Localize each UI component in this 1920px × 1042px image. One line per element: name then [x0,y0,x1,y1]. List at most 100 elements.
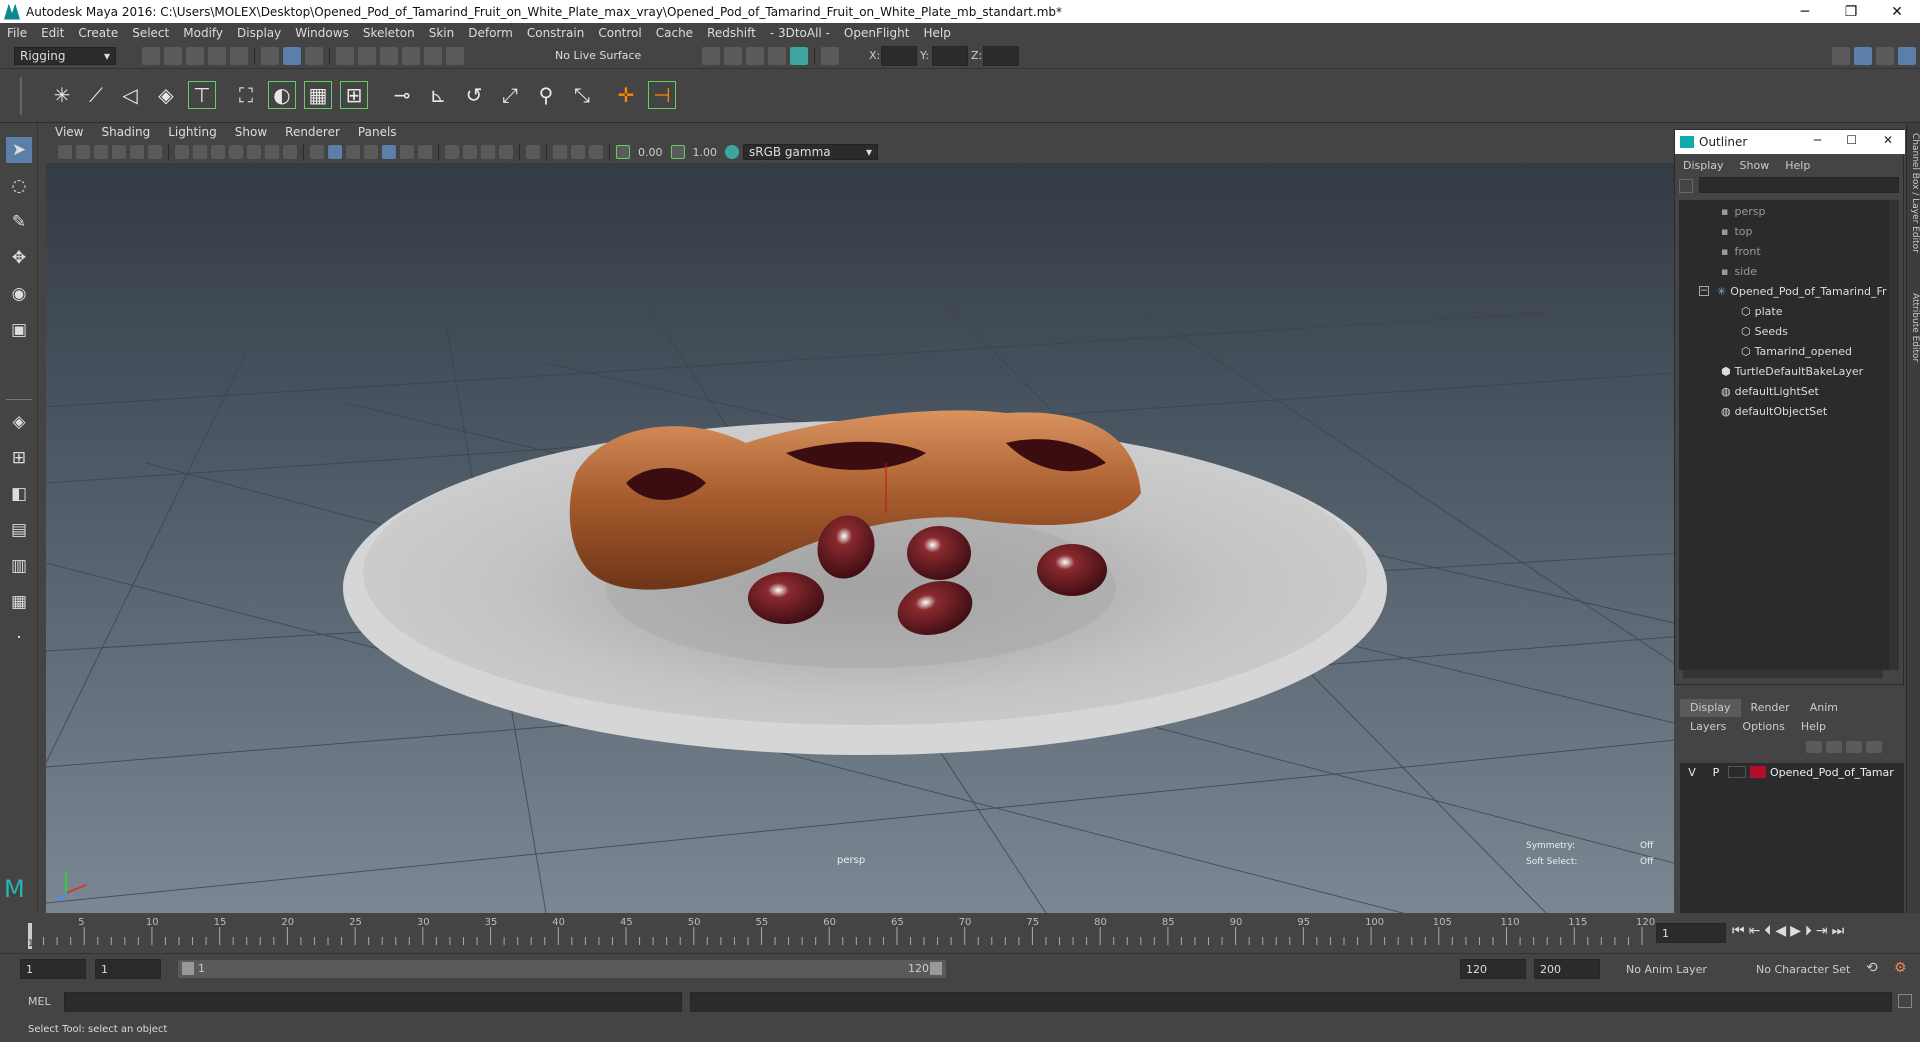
range-start-handle[interactable] [182,962,194,975]
menu-3dtoall[interactable]: - 3DtoAll - [763,26,837,40]
bookmark-icon[interactable] [94,145,108,159]
vp-menu-panels[interactable]: Panels [349,125,406,139]
menu-openflight[interactable]: OpenFlight [837,26,917,40]
current-frame-field[interactable]: 1 [1656,923,1726,943]
point-constraint-icon[interactable]: ⊸ [388,81,416,109]
snap-surface-icon[interactable] [424,47,442,65]
menu-redshift[interactable]: Redshift [700,26,763,40]
textured-icon[interactable] [364,145,378,159]
anim-layer-dropdown[interactable]: No Anim Layer [1626,963,1707,976]
xray-active-icon[interactable] [571,145,585,159]
step-back-key-icon[interactable]: ⇤ [1749,923,1761,939]
single-perspective-layout-icon[interactable]: ◈ [6,409,32,435]
tab-render[interactable]: Render [1741,699,1800,717]
ik-handle-icon[interactable]: ⟋ [82,81,110,109]
go-to-start-icon[interactable]: ⏮ [1732,923,1745,939]
custom-layout-icon[interactable]: · [6,625,32,651]
paint-select-icon[interactable]: ✎ [6,209,32,235]
outliner-item-front[interactable]: ▪ front [1721,242,1761,260]
menu-select[interactable]: Select [125,26,176,40]
safe-title-icon[interactable] [283,145,297,159]
scale-constraint-icon[interactable]: ⤢ [496,81,524,109]
outliner-search-input[interactable] [1699,177,1899,193]
mel-label[interactable]: MEL [28,995,51,1008]
vp-menu-lighting[interactable]: Lighting [159,125,226,139]
locator-icon[interactable]: ✛ [612,81,640,109]
script-editor-icon[interactable] [1898,994,1912,1008]
shelf-tab-handle-icon[interactable] [20,77,34,115]
cluster-icon[interactable]: ⊣ [648,81,676,109]
image-plane-icon[interactable] [112,145,126,159]
menu-control[interactable]: Control [591,26,648,40]
menuset-dropdown[interactable]: Rigging ▾ [14,47,116,65]
resolution-gate-icon[interactable] [211,145,225,159]
menu-file[interactable]: File [0,26,34,40]
select-camera-icon[interactable] [58,145,72,159]
grid-toggle-icon[interactable] [175,145,189,159]
gate-mask-icon[interactable] [229,145,243,159]
select-object-icon[interactable] [283,47,301,65]
layer-visibility-toggle[interactable]: V [1680,766,1704,779]
step-back-frame-icon[interactable]: ⏴ [1764,923,1771,939]
end-time-field[interactable]: 200 [1534,959,1600,979]
outliner-item-light-set[interactable]: ◍ defaultLightSet [1721,382,1819,400]
pole-vector-icon[interactable]: ⤡ [568,81,596,109]
snap-curve-icon[interactable] [358,47,376,65]
snap-magnet-icon[interactable] [446,47,464,65]
menu-modify[interactable]: Modify [176,26,230,40]
smooth-bind-icon[interactable]: ◐ [268,81,296,109]
hypershade-icon[interactable] [768,47,786,65]
close-button[interactable]: ✕ [1874,0,1920,23]
outliner-item-side[interactable]: ▪ side [1721,262,1757,280]
vp-menu-shading[interactable]: Shading [92,125,159,139]
z-field[interactable] [983,46,1019,66]
range-bar[interactable]: 1 120 [178,960,946,978]
menu-skeleton[interactable]: Skeleton [356,26,422,40]
autokey-icon[interactable]: ⟲ [1866,960,1878,976]
lattice-icon[interactable]: ⊞ [340,81,368,109]
default-material-icon[interactable] [346,145,360,159]
layer-color-swatch[interactable] [1750,766,1766,778]
undo-icon[interactable] [208,47,226,65]
vp-menu-view[interactable]: View [46,125,92,139]
lasso-tool-icon[interactable]: ◌ [6,173,32,199]
ipr-render-icon[interactable] [724,47,742,65]
menu-cache[interactable]: Cache [649,26,700,40]
orient-joint-icon[interactable]: ⊤ [188,81,216,109]
snap-view-icon[interactable] [402,47,420,65]
layer-menu-layers[interactable]: Layers [1680,720,1736,733]
y-field[interactable] [932,46,968,66]
minimize-button[interactable]: ─ [1814,133,1821,147]
exposure-value[interactable]: 0.00 [638,146,663,159]
ambient-occlusion-icon[interactable] [445,145,459,159]
channel-box-tab[interactable]: Channel Box / Layer Editor [1908,133,1920,293]
select-tool-icon[interactable]: ➤ [6,137,32,163]
range-end-handle[interactable] [930,962,942,975]
playback-end-field[interactable]: 120 [1460,959,1526,979]
motion-blur-icon[interactable] [463,145,477,159]
outliner-item-group[interactable]: − ✳ Opened_Pod_of_Tamarind_Fr [1699,282,1887,300]
menu-windows[interactable]: Windows [288,26,356,40]
redo-icon[interactable] [230,47,248,65]
menu-edit[interactable]: Edit [34,26,71,40]
color-space-dropdown[interactable]: sRGB gamma ▾ [743,144,878,160]
scale-tool-icon[interactable]: ▣ [6,317,32,343]
snap-grid-icon[interactable] [336,47,354,65]
outliner-menu-display[interactable]: Display [1675,159,1732,172]
time-slider[interactable]: 5 10 15 20 25 30 35 40 45 50 55 60 65 70 75 80 85 90 95 100… [0,913,1920,953]
outliner-scrollbar-v[interactable] [1889,200,1899,670]
channelbox-toggle-icon[interactable] [1854,47,1872,65]
outliner-item-persp[interactable]: ▪ persp [1721,202,1765,220]
film-gate-icon[interactable] [130,145,144,159]
save-scene-icon[interactable] [186,47,204,65]
viewport-3d[interactable]: persp Symmetry: Off Soft Select: Off [46,163,1674,913]
mel-input[interactable] [64,992,682,1012]
minimize-button[interactable]: ─ [1782,0,1828,23]
render-frame-icon[interactable] [702,47,720,65]
vp-menu-renderer[interactable]: Renderer [276,125,349,139]
rotate-tool-icon[interactable]: ◉ [6,281,32,307]
tab-anim[interactable]: Anim [1800,699,1848,717]
outliner-scrollbar-h[interactable] [1683,670,1883,678]
render-view-icon[interactable] [790,47,808,65]
new-layer-selected-icon[interactable] [1866,741,1882,753]
